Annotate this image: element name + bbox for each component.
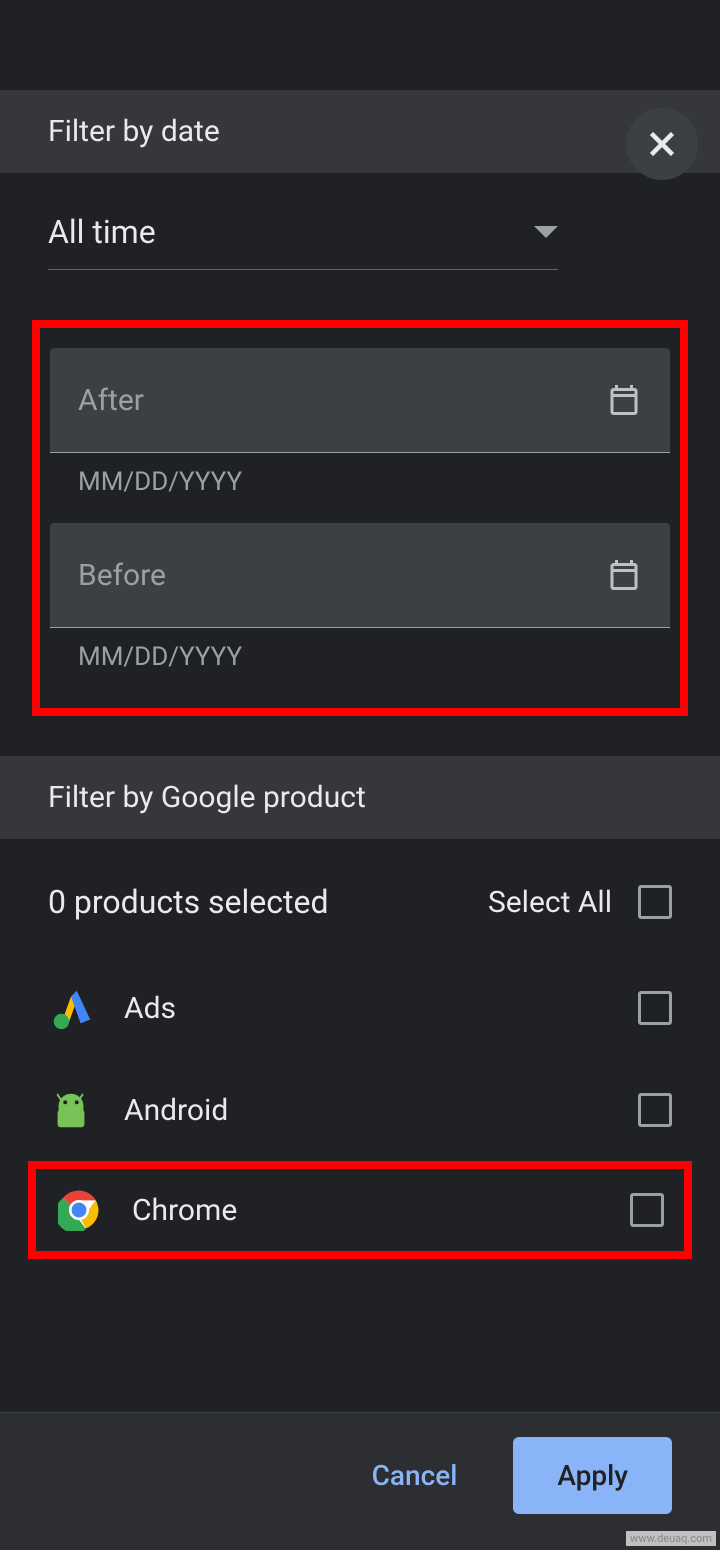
before-date-hint: MM/DD/YYYY (50, 628, 670, 698)
product-name: Chrome (132, 1193, 600, 1228)
before-date-field[interactable]: Before (50, 523, 670, 628)
product-checkbox[interactable] (638, 1093, 672, 1127)
ads-icon (48, 985, 94, 1031)
android-icon (48, 1087, 94, 1133)
chevron-down-icon (534, 226, 558, 238)
product-checkbox[interactable] (638, 991, 672, 1025)
product-summary-row: 0 products selected Select All (0, 839, 720, 957)
product-name: Android (124, 1093, 608, 1128)
filter-by-date-header: Filter by date (0, 90, 720, 173)
calendar-icon (606, 382, 642, 418)
footer-actions: Cancel Apply (0, 1412, 720, 1550)
cancel-button[interactable]: Cancel (356, 1447, 474, 1504)
before-date-label: Before (78, 558, 166, 593)
product-name: Ads (124, 991, 608, 1026)
select-all-label: Select All (488, 885, 612, 920)
close-icon (644, 126, 680, 162)
select-all-checkbox[interactable] (638, 885, 672, 919)
watermark: www.deuaq.com (626, 1531, 716, 1546)
apply-button[interactable]: Apply (513, 1437, 672, 1514)
calendar-icon (606, 557, 642, 593)
product-checkbox[interactable] (630, 1193, 664, 1227)
product-row-chrome[interactable]: Chrome (28, 1161, 692, 1259)
select-all-group[interactable]: Select All (488, 885, 672, 920)
date-fields-highlight: After MM/DD/YYYY Before MM/DD/YYYY (32, 320, 688, 716)
date-range-dropdown[interactable]: All time (48, 173, 558, 270)
chrome-icon (56, 1187, 102, 1233)
date-range-selected: All time (48, 213, 156, 251)
products-selected-count: 0 products selected (48, 883, 329, 921)
close-button[interactable] (626, 108, 698, 180)
after-date-label: After (78, 383, 144, 418)
product-row-ads[interactable]: Ads (0, 957, 720, 1059)
after-date-hint: MM/DD/YYYY (50, 453, 670, 523)
product-row-android[interactable]: Android (0, 1059, 720, 1161)
after-date-field[interactable]: After (50, 348, 670, 453)
filter-by-product-header: Filter by Google product (0, 756, 720, 839)
